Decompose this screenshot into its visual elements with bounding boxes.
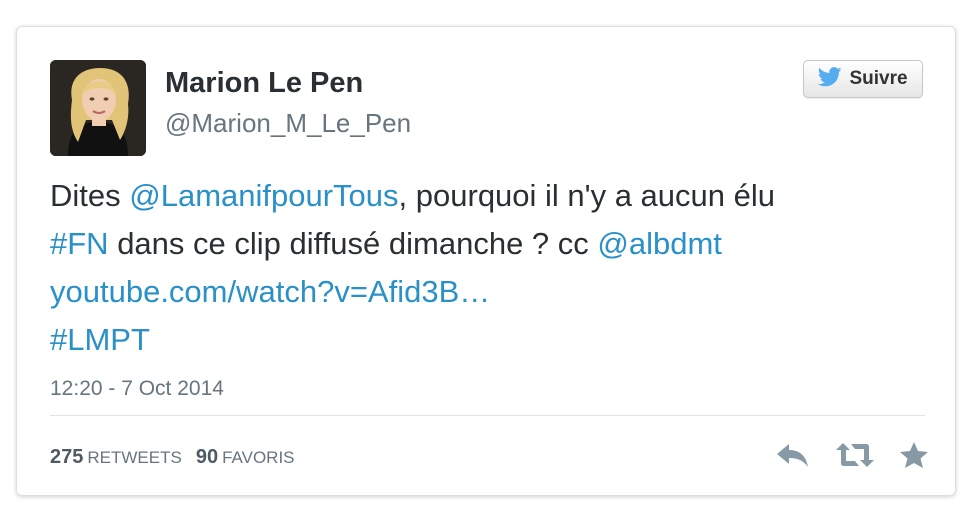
twitter-bird-icon: [818, 66, 842, 92]
retweets-stat[interactable]: 275 RETWEETS: [50, 446, 182, 469]
author-name[interactable]: Marion Le Pen: [165, 66, 363, 100]
tweet-timestamp[interactable]: 12:20 - 7 Oct 2014: [50, 377, 224, 401]
divider: [50, 415, 925, 416]
favorites-stat[interactable]: 90 FAVORIS: [196, 446, 295, 469]
mention-link[interactable]: @LamanifpourTous: [129, 178, 398, 213]
star-icon[interactable]: [899, 441, 929, 469]
tweet-text-segment: , pourquoi il n'y a aucun élu: [398, 178, 775, 213]
favorites-label: FAVORIS: [222, 448, 295, 467]
tweet-stats: 275 RETWEETS 90 FAVORIS: [50, 446, 309, 469]
tweet-text-line: #LMPT: [50, 316, 930, 364]
hashtag-link[interactable]: #LMPT: [50, 322, 150, 357]
mention-link[interactable]: @albdmt: [597, 226, 722, 261]
follow-button[interactable]: Suivre: [803, 60, 923, 98]
retweets-count: 275: [50, 446, 84, 468]
author-handle[interactable]: @Marion_M_Le_Pen: [165, 107, 411, 139]
tweet-text-line: Dites @LamanifpourTous, pourquoi il n'y …: [50, 172, 930, 220]
tweet-actions: [775, 441, 929, 469]
avatar-image: [50, 60, 146, 156]
retweet-icon[interactable]: [835, 441, 875, 469]
tweet-text-segment: dans ce clip diffusé dimanche ? cc: [108, 226, 598, 261]
avatar[interactable]: [50, 60, 146, 156]
reply-icon[interactable]: [775, 441, 811, 469]
url-link[interactable]: youtube.com/watch?v=Afid3B…: [50, 274, 490, 309]
tweet-text: Dites @LamanifpourTous, pourquoi il n'y …: [50, 172, 930, 364]
tweet-text-segment: Dites: [50, 178, 130, 213]
tweet-card: Marion Le Pen @Marion_M_Le_Pen Suivre Di…: [16, 26, 956, 496]
favorites-count: 90: [195, 446, 219, 468]
tweet-text-line: youtube.com/watch?v=Afid3B…: [50, 268, 930, 316]
follow-button-label: Suivre: [849, 68, 908, 89]
retweets-label: RETWEETS: [87, 448, 182, 467]
tweet-text-line: #FN dans ce clip diffusé dimanche ? cc @…: [50, 220, 930, 268]
hashtag-link[interactable]: #FN: [50, 226, 109, 261]
